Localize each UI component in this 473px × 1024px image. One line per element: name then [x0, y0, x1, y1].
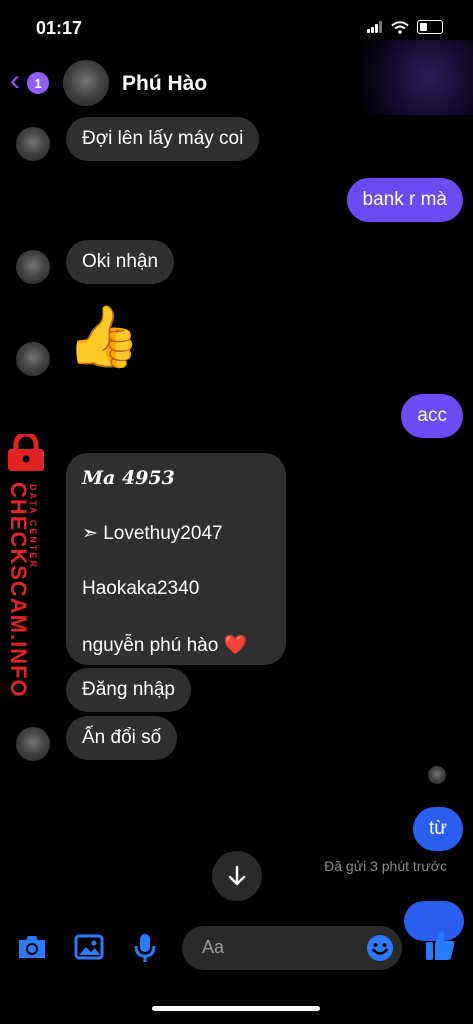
- status-time: 01:17: [36, 18, 83, 38]
- card-title: Ma 4953: [82, 467, 175, 489]
- contact-name[interactable]: Phú Hào: [122, 72, 207, 96]
- header-background-glow: [363, 40, 473, 115]
- message-incoming[interactable]: Đăng nhập: [66, 668, 191, 712]
- card-line: nguyễn phú hào ❤️: [82, 635, 248, 656]
- home-indicator: [152, 1006, 320, 1011]
- unread-badge[interactable]: 1: [27, 72, 49, 94]
- message-incoming[interactable]: Đợi lên lấy máy coi: [66, 117, 260, 161]
- card-line: ➣ Lovethuy2047: [82, 523, 223, 544]
- camera-button[interactable]: [16, 933, 48, 966]
- message-incoming-card[interactable]: Ma 4953 ➣ Lovethuy2047 Haokaka2340 nguyễ…: [66, 453, 286, 665]
- avatar: [16, 342, 50, 376]
- signal-icon: [367, 21, 383, 33]
- battery-icon: [417, 20, 443, 34]
- message-input[interactable]: [200, 936, 354, 959]
- thumbs-up-icon: [426, 931, 455, 960]
- message-input-container[interactable]: [182, 926, 402, 970]
- wifi-icon: [391, 20, 409, 34]
- watermark-subtext: DATA CENTER: [28, 484, 38, 569]
- message-incoming[interactable]: Oki nhận: [66, 240, 175, 284]
- arrow-down-icon: [228, 865, 246, 886]
- voice-button[interactable]: [133, 932, 157, 969]
- card-line: Haokaka2340: [82, 578, 200, 599]
- avatar: [16, 727, 50, 761]
- image-icon: [74, 934, 104, 960]
- avatar: [16, 250, 50, 284]
- message-outgoing[interactable]: acc: [401, 394, 463, 438]
- camera-icon: [19, 936, 45, 958]
- lock-icon: [8, 434, 44, 471]
- message-incoming[interactable]: Ấn đổi số: [66, 716, 178, 760]
- message-outgoing[interactable]: từ: [413, 807, 463, 851]
- sent-status: Đã gửi 3 phút trước: [324, 858, 447, 874]
- avatar: [16, 127, 50, 161]
- scroll-down-button[interactable]: [212, 851, 262, 901]
- status-icons: [367, 20, 443, 34]
- message-outgoing[interactable]: bank r mà: [346, 178, 463, 222]
- contact-avatar[interactable]: [63, 60, 109, 106]
- seen-avatar: [428, 766, 446, 784]
- thumbs-up-sticker[interactable]: 👍: [66, 302, 141, 372]
- microphone-icon: [134, 934, 156, 962]
- gallery-button[interactable]: [74, 933, 104, 966]
- emoji-icon[interactable]: [366, 934, 394, 962]
- like-button[interactable]: [424, 928, 456, 967]
- back-chevron-icon[interactable]: ‹: [10, 66, 20, 96]
